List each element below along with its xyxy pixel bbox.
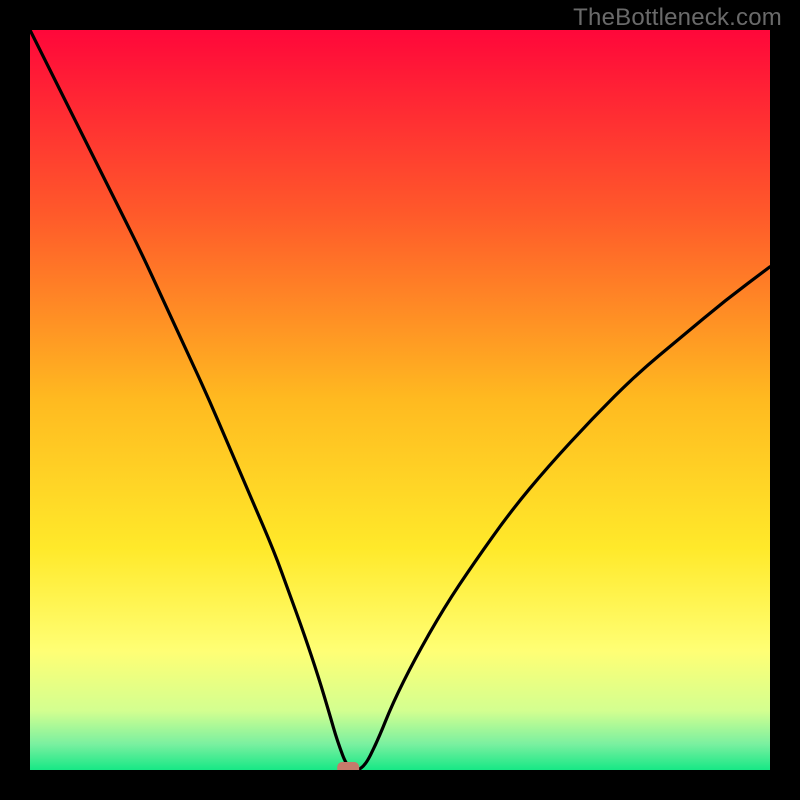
- gradient-background: [30, 30, 770, 770]
- bottleneck-chart-svg: [30, 30, 770, 770]
- bottleneck-minimum-marker: [337, 762, 359, 770]
- plot-area: [30, 30, 770, 770]
- chart-frame: TheBottleneck.com: [0, 0, 800, 800]
- attribution-text: TheBottleneck.com: [573, 4, 782, 32]
